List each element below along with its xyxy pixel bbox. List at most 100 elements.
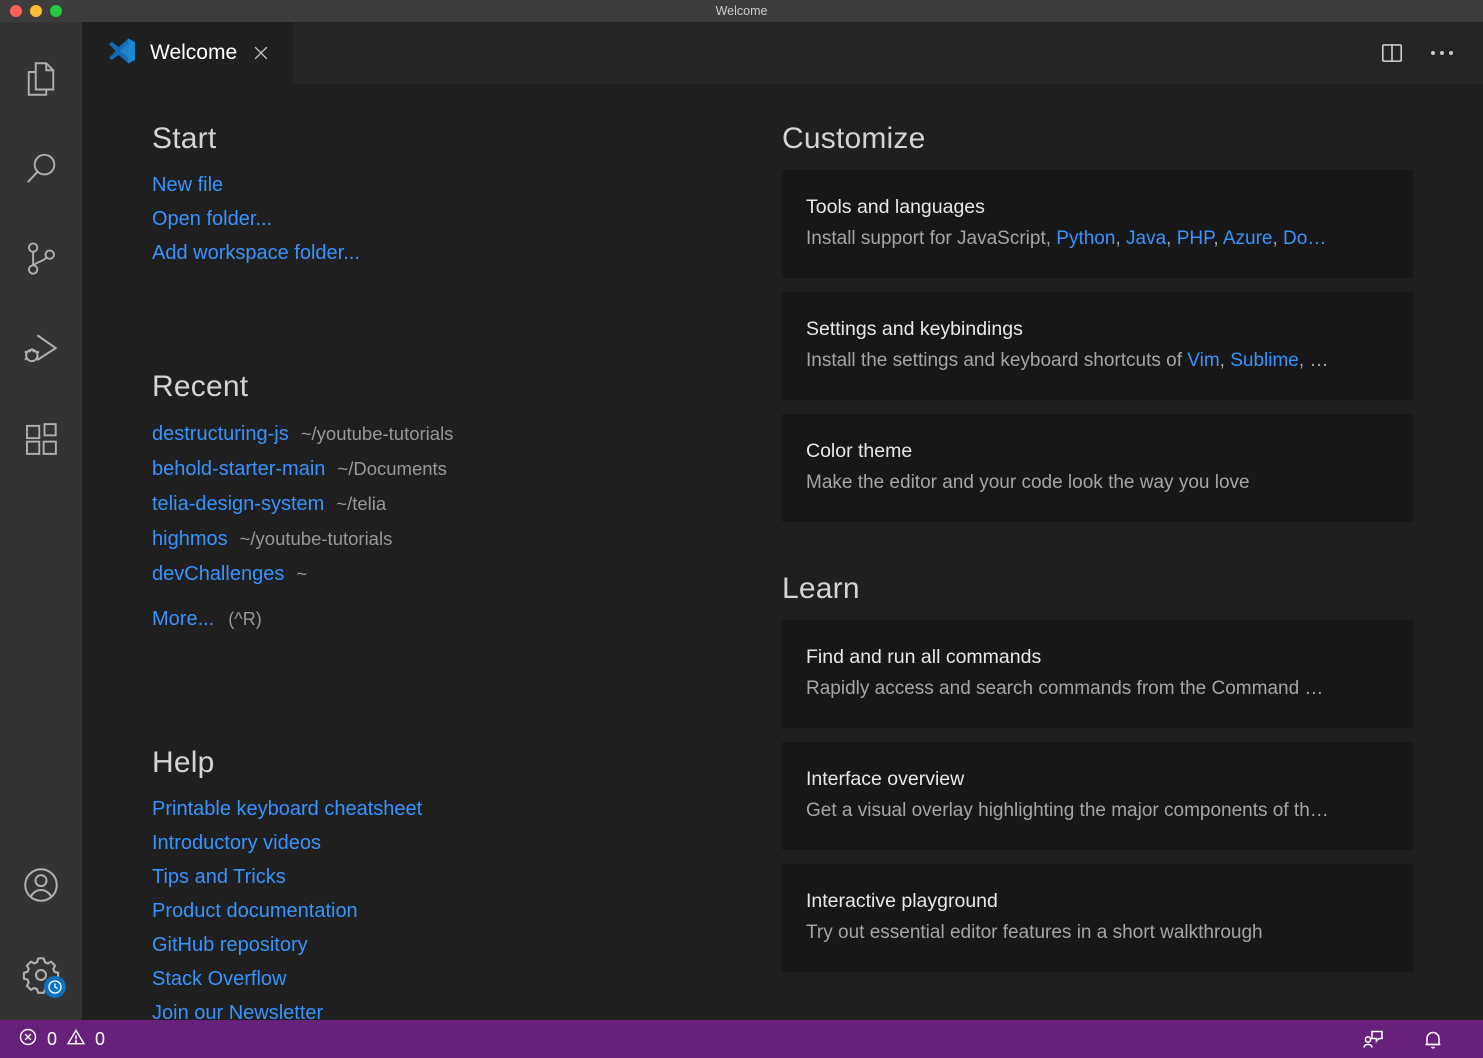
list-item: highmos ~/youtube-tutorials	[152, 523, 782, 556]
start-link-add-workspace-folder[interactable]: Add workspace folder...	[152, 242, 360, 264]
window-controls	[0, 5, 62, 17]
help-link-introductory-videos[interactable]: Introductory videos	[152, 832, 321, 854]
warning-icon	[66, 1027, 86, 1052]
lang-link-php[interactable]: PHP	[1177, 228, 1214, 249]
close-icon[interactable]	[251, 43, 271, 63]
recent-item-destructuring-js[interactable]: destructuring-js	[152, 423, 289, 445]
help-link-stack-overflow[interactable]: Stack Overflow	[152, 968, 286, 990]
customize-section: Customize Tools and languages Install su…	[782, 122, 1413, 522]
recent-item-behold-starter-main[interactable]: behold-starter-main	[152, 458, 325, 480]
help-link-tips-and-tricks[interactable]: Tips and Tricks	[152, 866, 286, 888]
start-link-new-file[interactable]: New file	[152, 174, 223, 196]
section-title-learn: Learn	[782, 572, 1413, 606]
list-item: Join our Newsletter	[152, 998, 782, 1020]
learn-section: Learn Find and run all commands Rapidly …	[782, 572, 1413, 972]
sep: ,	[1272, 228, 1283, 249]
split-editor-icon[interactable]	[1379, 40, 1405, 66]
list-item: destructuring-js ~/youtube-tutorials	[152, 418, 782, 451]
start-link-open-folder[interactable]: Open folder...	[152, 208, 272, 230]
error-icon	[18, 1027, 38, 1052]
learn-card-find-and-run-all-commands[interactable]: Find and run all commands Rapidly access…	[782, 620, 1413, 728]
tab-welcome[interactable]: Welcome	[82, 22, 293, 84]
help-link-github-repository[interactable]: GitHub repository	[152, 934, 308, 956]
sidebar-item-accounts[interactable]	[0, 840, 82, 930]
lang-link-java[interactable]: Java	[1126, 228, 1166, 249]
recent-item-path: ~/youtube-tutorials	[240, 528, 393, 549]
sidebar-item-extensions[interactable]	[0, 394, 82, 484]
card-description: Get a visual overlay highlighting the ma…	[806, 800, 1389, 822]
lang-link-python[interactable]: Python	[1056, 228, 1115, 249]
status-problems[interactable]: 0 0	[18, 1027, 105, 1052]
sep: ,	[1220, 350, 1231, 371]
run-and-debug-icon	[19, 327, 63, 371]
recent-item-highmos[interactable]: highmos	[152, 528, 228, 550]
clock-badge-icon	[44, 976, 66, 998]
help-link-printable-keyboard-cheatsheet[interactable]: Printable keyboard cheatsheet	[152, 798, 422, 820]
lang-link-azure[interactable]: Azure	[1223, 228, 1273, 249]
learn-card-interface-overview[interactable]: Interface overview Get a visual overlay …	[782, 742, 1413, 850]
customize-card-color-theme[interactable]: Color theme Make the editor and your cod…	[782, 414, 1413, 522]
help-link-join-our-newsletter[interactable]: Join our Newsletter	[152, 1002, 323, 1020]
learn-card-interactive-playground[interactable]: Interactive playground Try out essential…	[782, 864, 1413, 972]
window-body: Welcome	[0, 22, 1483, 1020]
vscode-window: Welcome	[0, 0, 1483, 1058]
card-desc-suffix: , …	[1299, 350, 1329, 371]
recent-more-link[interactable]: More...	[152, 608, 214, 630]
ellipsis-icon[interactable]	[1431, 51, 1453, 55]
sidebar-item-source-control[interactable]	[0, 214, 82, 304]
lang-link-docker[interactable]: Do…	[1283, 228, 1326, 249]
status-bar: 0 0	[0, 1020, 1483, 1058]
extensions-icon	[20, 418, 62, 460]
list-item: Add workspace folder...	[152, 238, 782, 270]
list-item: New file	[152, 170, 782, 202]
help-link-product-documentation[interactable]: Product documentation	[152, 900, 358, 922]
card-description: Rapidly access and search commands from …	[806, 678, 1389, 700]
card-title: Find and run all commands	[806, 646, 1389, 669]
welcome-left-column: Start New file Open folder... Add worksp…	[82, 122, 782, 1020]
card-description: Try out essential editor features in a s…	[806, 922, 1389, 944]
close-window-button[interactable]	[10, 5, 22, 17]
card-title: Tools and languages	[806, 196, 1389, 219]
sidebar-item-manage[interactable]	[0, 930, 82, 1020]
maximize-window-button[interactable]	[50, 5, 62, 17]
recent-item-devchallenges[interactable]: devChallenges	[152, 563, 284, 585]
sidebar-item-run-and-debug[interactable]	[0, 304, 82, 394]
card-title: Settings and keybindings	[806, 318, 1389, 341]
title-bar: Welcome	[0, 0, 1483, 22]
recent-item-path: ~	[296, 563, 307, 584]
sidebar-item-explorer[interactable]	[0, 34, 82, 124]
section-title-recent: Recent	[152, 370, 782, 404]
tab-label: Welcome	[150, 41, 237, 65]
welcome-right-column: Customize Tools and languages Install su…	[782, 122, 1483, 1020]
editor-actions	[1379, 22, 1483, 84]
recent-item-path: ~/telia	[336, 493, 386, 514]
minimize-window-button[interactable]	[30, 5, 42, 17]
section-title-help: Help	[152, 746, 782, 780]
card-description: Make the editor and your code look the w…	[806, 472, 1389, 494]
files-icon	[20, 58, 62, 100]
search-icon	[20, 148, 62, 190]
keymap-link-sublime[interactable]: Sublime	[1230, 350, 1299, 371]
card-desc-text: Install support for JavaScript,	[806, 228, 1056, 249]
customize-card-settings-and-keybindings[interactable]: Settings and keybindings Install the set…	[782, 292, 1413, 400]
bell-icon[interactable]	[1421, 1027, 1445, 1051]
recent-more-shortcut: (^R)	[228, 609, 261, 629]
recent-item-path: ~/youtube-tutorials	[301, 423, 454, 444]
error-count: 0	[47, 1029, 57, 1050]
list-item: Tips and Tricks	[152, 862, 782, 894]
recent-item-telia-design-system[interactable]: telia-design-system	[152, 493, 324, 515]
account-icon	[19, 863, 63, 907]
window-title: Welcome	[0, 4, 1483, 18]
card-title: Color theme	[806, 440, 1389, 463]
list-item: Open folder...	[152, 204, 782, 236]
keymap-link-vim[interactable]: Vim	[1187, 350, 1219, 371]
status-bar-right	[1361, 1027, 1465, 1051]
warning-count: 0	[95, 1029, 105, 1050]
feedback-icon[interactable]	[1361, 1027, 1385, 1051]
customize-card-tools-and-languages[interactable]: Tools and languages Install support for …	[782, 170, 1413, 278]
sep: ,	[1166, 228, 1177, 249]
start-section: Start New file Open folder... Add worksp…	[152, 122, 782, 270]
list-item: Printable keyboard cheatsheet	[152, 794, 782, 826]
recent-section: Recent destructuring-js ~/youtube-tutoria…	[152, 370, 782, 636]
sidebar-item-search[interactable]	[0, 124, 82, 214]
